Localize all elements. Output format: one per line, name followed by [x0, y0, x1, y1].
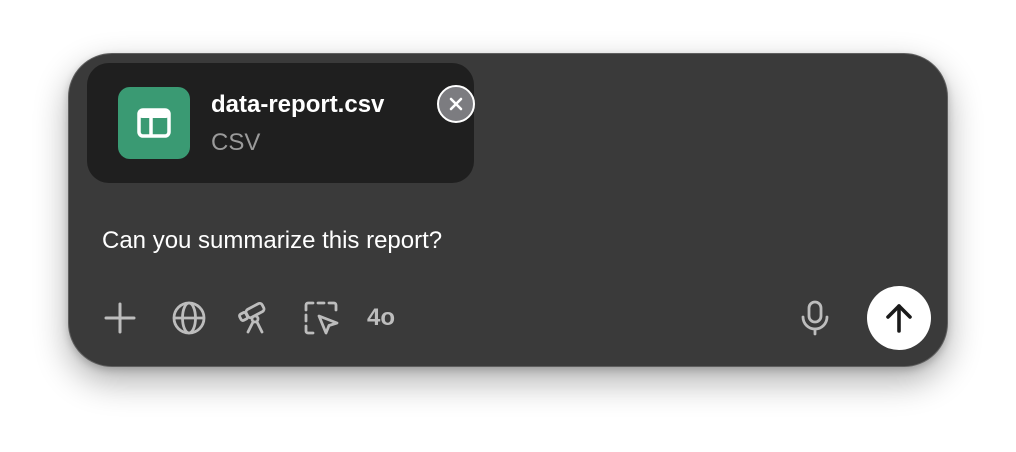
screen-select-button[interactable]	[301, 298, 341, 338]
stage: data-report.csv CSV Can you summarize th…	[0, 0, 1016, 452]
research-button[interactable]	[235, 298, 275, 338]
search-web-button[interactable]	[169, 298, 209, 338]
arrow-up-icon	[886, 304, 912, 333]
model-selector[interactable]: 4o	[367, 303, 395, 333]
attachment-file-name: data-report.csv	[211, 91, 385, 118]
table-icon	[118, 87, 190, 159]
voice-input-button[interactable]	[795, 298, 835, 338]
microphone-icon	[801, 300, 829, 336]
chat-composer: data-report.csv CSV Can you summarize th…	[68, 53, 948, 367]
select-cursor-icon	[304, 301, 339, 335]
close-icon	[449, 97, 463, 111]
globe-icon	[172, 301, 206, 335]
message-input[interactable]: Can you summarize this report?	[102, 227, 442, 255]
attachment-file-type: CSV	[211, 129, 261, 156]
file-attachment-card: data-report.csv CSV	[87, 63, 475, 183]
plus-icon	[104, 302, 136, 334]
send-button[interactable]	[867, 286, 931, 350]
remove-attachment-button[interactable]	[437, 85, 475, 123]
add-button[interactable]	[100, 298, 140, 338]
telescope-icon	[238, 301, 266, 334]
